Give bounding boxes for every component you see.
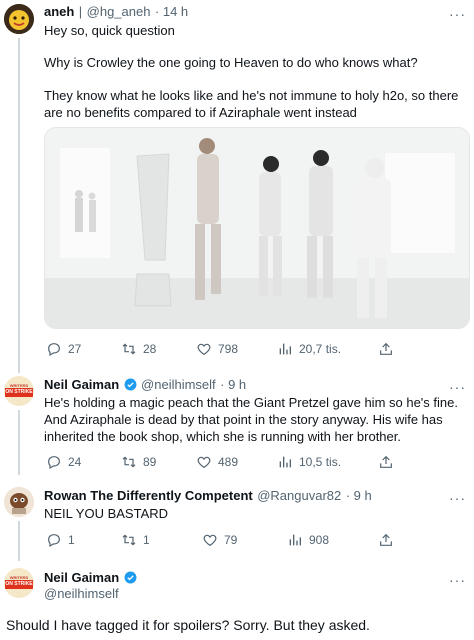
author-name[interactable]: Neil Gaiman (44, 570, 119, 585)
tweet-time[interactable]: · 9 h (220, 377, 246, 392)
views-button[interactable]: 20,7 tis. (277, 341, 341, 357)
tweet-time[interactable]: · 14 h (155, 4, 188, 19)
reply-button[interactable]: 27 (46, 341, 81, 357)
share-button[interactable] (378, 532, 394, 548)
avatar-rowan[interactable] (4, 487, 34, 517)
strike-badge-label: ON STRIKE (5, 580, 33, 589)
author-name[interactable]: aneh (44, 4, 74, 19)
tweet-media-image[interactable] (44, 127, 470, 329)
tweet-2-text: He's holding a magic peach that the Gian… (44, 395, 458, 444)
strike-badge-label: ON STRIKE (5, 388, 33, 397)
like-button[interactable]: 489 (196, 454, 238, 470)
retweet-button[interactable]: 89 (121, 454, 156, 470)
views-count: 20,7 tis. (299, 342, 342, 356)
tweet-1-line-1: Hey so, quick question (44, 23, 175, 38)
like-button[interactable]: 79 (202, 532, 237, 548)
share-icon (380, 533, 392, 546)
handle-separator: | (78, 4, 83, 19)
reply-button[interactable]: 1 (46, 532, 75, 548)
like-count: 489 (218, 455, 239, 469)
reply-icon (48, 343, 60, 357)
author-handle[interactable]: @Ranguvar82 (257, 488, 341, 503)
tweet-1-header: aneh | @hg_aneh · 14 h (44, 3, 188, 21)
thread-line (18, 410, 20, 475)
tweet-1-line-2: Why is Crowley the one going to Heaven t… (44, 55, 418, 70)
reply-icon (48, 534, 60, 548)
tweet-3-header: Rowan The Differently Competent @Ranguva… (44, 487, 372, 505)
author-handle[interactable]: @neilhimself (44, 586, 119, 601)
like-count: 79 (224, 533, 238, 547)
retweet-count: 89 (143, 455, 157, 469)
author-name[interactable]: Rowan The Differently Competent (44, 488, 253, 503)
views-count: 908 (309, 533, 330, 547)
thread-line (18, 521, 20, 561)
heart-icon (197, 456, 211, 469)
retweet-icon (122, 534, 136, 546)
tweet-3-text: NEIL YOU BASTARD (44, 506, 169, 521)
share-icon (380, 455, 392, 468)
tweet-4-text: Should I have tagged it for spoilers? So… (6, 617, 370, 633)
avatar-neil-gaiman[interactable]: WRITERS GUILD ON STRIKE (4, 376, 34, 406)
views-count: 10,5 tis. (299, 455, 342, 469)
share-button[interactable] (378, 454, 394, 470)
views-icon (279, 456, 291, 468)
tweet-time[interactable]: · 9 h (346, 488, 372, 503)
retweet-icon (122, 456, 136, 468)
retweet-icon (122, 343, 136, 355)
views-button[interactable]: 10,5 tis. (277, 454, 341, 470)
verified-badge-icon (124, 571, 137, 584)
views-icon (289, 534, 301, 546)
reply-count: 24 (68, 455, 82, 469)
avatar-aneh[interactable] (4, 4, 34, 34)
share-icon (380, 342, 392, 355)
more-options-button[interactable]: ··· (449, 6, 466, 22)
retweet-count: 28 (143, 342, 157, 356)
reply-icon (48, 456, 60, 470)
tweet-4-header: Neil Gaiman (44, 569, 137, 587)
tweet-1-line-3: They know what he looks like and he's no… (44, 88, 459, 120)
views-button[interactable]: 908 (287, 532, 329, 548)
reply-count: 1 (68, 533, 75, 547)
avatar-neil-gaiman[interactable]: WRITERS GUILD ON STRIKE (4, 568, 34, 598)
more-options-button[interactable]: ··· (449, 572, 466, 588)
heart-icon (197, 343, 211, 356)
heart-icon (203, 534, 217, 547)
more-options-button[interactable]: ··· (449, 379, 466, 395)
retweet-count: 1 (143, 533, 150, 547)
like-button[interactable]: 798 (196, 341, 238, 357)
thread-line (18, 38, 20, 373)
reply-button[interactable]: 24 (46, 454, 81, 470)
retweet-button[interactable]: 1 (121, 532, 150, 548)
reply-count: 27 (68, 342, 82, 356)
verified-badge-icon (124, 378, 137, 391)
tweet-2-header: Neil Gaiman @neilhimself · 9 h (44, 376, 246, 394)
author-name[interactable]: Neil Gaiman (44, 377, 119, 392)
author-handle[interactable]: @hg_aneh (87, 4, 151, 19)
more-options-button[interactable]: ··· (449, 490, 466, 506)
retweet-button[interactable]: 28 (121, 341, 156, 357)
share-button[interactable] (378, 341, 394, 357)
author-handle[interactable]: @neilhimself (141, 377, 216, 392)
views-icon (279, 343, 291, 355)
like-count: 798 (218, 342, 239, 356)
